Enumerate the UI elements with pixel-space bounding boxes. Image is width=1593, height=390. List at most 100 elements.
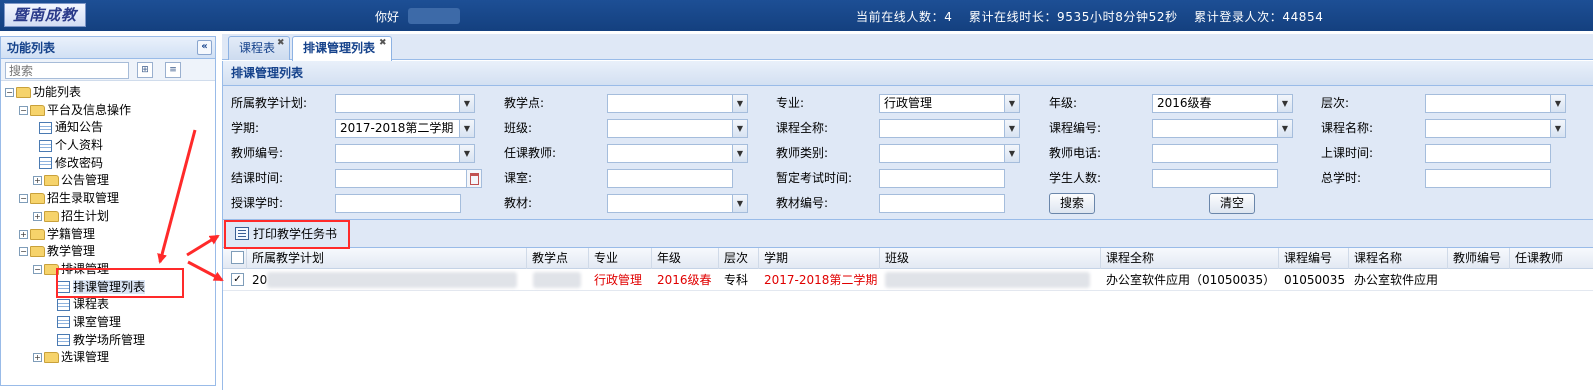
row-checkbox[interactable]: ✓ (231, 273, 244, 286)
teaching-plan-select[interactable]: ▼ (335, 94, 475, 113)
teaching-point-label: 教学点: (504, 96, 545, 110)
student-count-input[interactable] (1152, 169, 1278, 188)
class-time-input[interactable] (1425, 144, 1551, 163)
textbook-code-input[interactable] (879, 194, 1005, 213)
col-teaching-plan[interactable]: 所属教学计划 (247, 248, 527, 269)
textbook-select[interactable]: ▼ (607, 194, 748, 213)
calendar-icon[interactable] (466, 170, 481, 187)
tree-item[interactable]: 通知公告 (1, 119, 215, 137)
tab-scheduling-list[interactable]: 排课管理列表 ✖ (292, 36, 392, 61)
collapse-toggle-icon[interactable]: − (19, 105, 28, 115)
chevron-down-icon[interactable]: ▼ (732, 120, 747, 137)
collapse-panel-button[interactable]: « (197, 40, 212, 55)
tree-item[interactable]: + 学籍管理 (1, 226, 215, 244)
major-select[interactable]: 行政管理 ▼ (879, 94, 1020, 113)
level-select[interactable]: ▼ (1425, 94, 1566, 113)
teaching-plan-label: 所属教学计划: (231, 96, 308, 110)
end-time-input[interactable] (335, 169, 482, 188)
tree-item-label: 招生计划 (61, 208, 110, 223)
chevron-down-icon[interactable]: ▼ (732, 195, 747, 212)
page-title: 排课管理列表 (223, 61, 1593, 86)
col-level[interactable]: 层次 (719, 248, 759, 269)
table-row[interactable]: ✓ 20 行政管理 2016级春 专科 2017-2018第二学期 办公室软件应… (223, 269, 1593, 291)
course-full-name-select[interactable]: ▼ (879, 119, 1020, 138)
tab-course-schedule[interactable]: 课程表 ✖ (228, 36, 290, 60)
student-count-label: 学生人数: (1049, 171, 1102, 185)
tree-item[interactable]: + 招生计划 (1, 208, 215, 226)
teacher-code-select[interactable]: ▼ (335, 144, 475, 163)
tree-item[interactable]: 修改密码 (1, 155, 215, 173)
search-button[interactable]: 搜索 (1049, 193, 1095, 214)
tree-item[interactable]: − 招生录取管理 (1, 190, 215, 208)
chevron-down-icon[interactable]: ▼ (459, 120, 474, 137)
chevron-down-icon[interactable]: ▼ (732, 95, 747, 112)
chevron-down-icon[interactable]: ▼ (1550, 120, 1565, 137)
tree-item[interactable]: + 公告管理 (1, 172, 215, 190)
total-hours-input[interactable] (1425, 169, 1551, 188)
select-all-checkbox[interactable] (231, 251, 244, 264)
teacher-phone-input[interactable] (1152, 144, 1278, 163)
col-major[interactable]: 专业 (589, 248, 652, 269)
clear-button[interactable]: 清空 (1209, 193, 1255, 214)
grid-icon (57, 316, 70, 329)
teaching-point-select[interactable]: ▼ (607, 94, 748, 113)
tree-item-label: 选课管理 (61, 350, 110, 365)
tentative-exam-time-label: 暂定考试时间: (776, 171, 853, 185)
tree-item[interactable]: 个人资料 (1, 137, 215, 155)
close-icon[interactable]: ✖ (277, 39, 286, 48)
teaching-hours-input[interactable] (335, 194, 461, 213)
chevron-down-icon[interactable]: ▼ (1004, 95, 1019, 112)
semester-select[interactable]: 2017-2018第二学期 ▼ (335, 119, 475, 138)
expand-all-icon[interactable]: ⊞ (137, 62, 153, 78)
chevron-down-icon[interactable]: ▼ (459, 145, 474, 162)
tree-item[interactable]: + 选课管理 (1, 349, 215, 367)
tree-item[interactable]: − 教学管理 (1, 243, 215, 261)
class-select[interactable]: ▼ (607, 119, 748, 138)
expand-toggle-icon[interactable]: + (19, 229, 28, 239)
expand-toggle-icon[interactable]: + (33, 353, 42, 363)
chevron-down-icon[interactable]: ▼ (1277, 95, 1292, 112)
chevron-down-icon[interactable]: ▼ (732, 145, 747, 162)
tree-search-input[interactable] (5, 62, 129, 79)
col-class[interactable]: 班级 (880, 248, 1101, 269)
tree-item[interactable]: − 功能列表 (1, 84, 215, 102)
tree-item[interactable]: − 平台及信息操作 (1, 102, 215, 120)
tree-item[interactable]: 课室管理 (1, 314, 215, 332)
grade-select[interactable]: 2016级春 ▼ (1152, 94, 1293, 113)
collapse-all-icon[interactable]: ≡ (165, 62, 181, 78)
col-course-code[interactable]: 课程编号 (1279, 248, 1349, 269)
collapse-toggle-icon[interactable]: − (5, 88, 14, 97)
expand-toggle-icon[interactable]: + (33, 176, 42, 186)
col-teacher-code[interactable]: 教师编号 (1448, 248, 1510, 269)
course-name-select[interactable]: ▼ (1425, 119, 1566, 138)
col-teaching-point[interactable]: 教学点 (527, 248, 589, 269)
collapse-toggle-icon[interactable]: − (19, 194, 28, 204)
tree-item[interactable]: 课程表 (1, 296, 215, 314)
course-code-select[interactable]: ▼ (1152, 119, 1293, 138)
teacher-type-select[interactable]: ▼ (879, 144, 1020, 163)
col-assigned-teacher[interactable]: 任课教师 (1510, 248, 1593, 269)
tree-item[interactable]: 教学场所管理 (1, 332, 215, 350)
col-semester[interactable]: 学期 (759, 248, 880, 269)
chevron-down-icon[interactable]: ▼ (1277, 120, 1292, 137)
chevron-down-icon[interactable]: ▼ (1004, 145, 1019, 162)
major-value: 行政管理 (884, 96, 933, 110)
folder-icon (44, 210, 59, 222)
tentative-exam-time-input[interactable] (879, 169, 1005, 188)
expand-toggle-icon[interactable]: + (33, 211, 42, 221)
redacted-teaching-point (533, 272, 581, 288)
col-course-name[interactable]: 课程名称 (1349, 248, 1448, 269)
assigned-teacher-select[interactable]: ▼ (607, 144, 748, 163)
classroom-input[interactable] (607, 169, 733, 188)
chevron-down-icon[interactable]: ▼ (1004, 120, 1019, 137)
col-grade[interactable]: 年级 (652, 248, 719, 269)
annotation-box-menu-item (56, 268, 184, 298)
chevron-down-icon[interactable]: ▼ (459, 95, 474, 112)
collapse-toggle-icon[interactable]: − (19, 247, 28, 257)
close-icon[interactable]: ✖ (379, 39, 388, 48)
chevron-down-icon[interactable]: ▼ (1550, 95, 1565, 112)
col-course-full-name[interactable]: 课程全称 (1101, 248, 1279, 269)
tree-item-label: 通知公告 (55, 120, 104, 135)
collapse-toggle-icon[interactable]: − (33, 264, 42, 274)
username-redacted (408, 8, 460, 24)
